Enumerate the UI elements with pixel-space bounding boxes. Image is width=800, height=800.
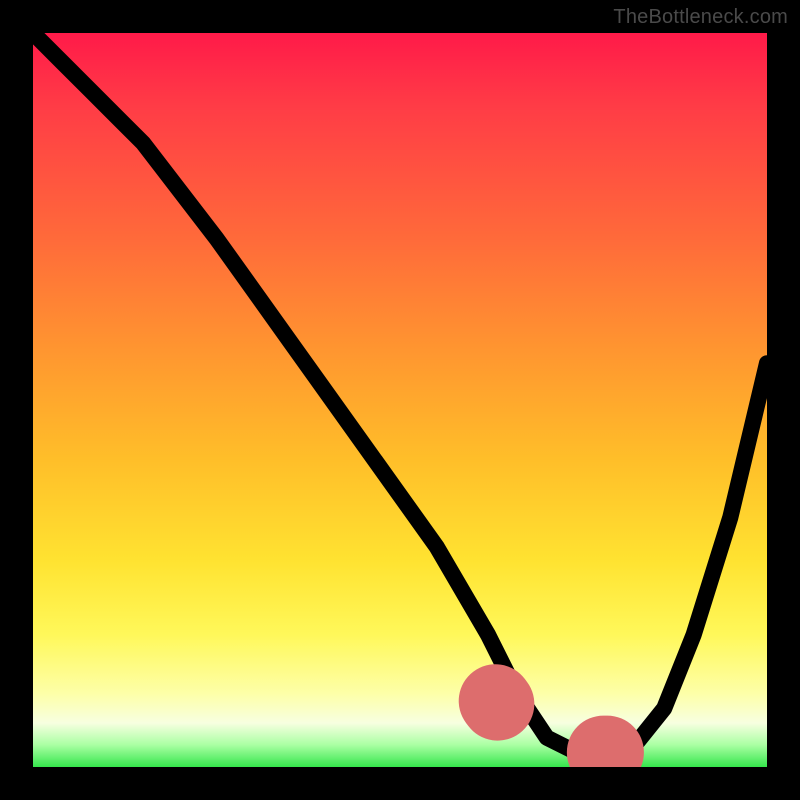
optimal-zone-dots [495,701,642,752]
chart-svg [33,33,767,767]
bottleneck-curve-line [33,33,767,752]
watermark: TheBottleneck.com [613,6,788,29]
chart-frame: TheBottleneck.com Black curve: approxima… [0,0,800,800]
chart-plot [33,33,767,767]
